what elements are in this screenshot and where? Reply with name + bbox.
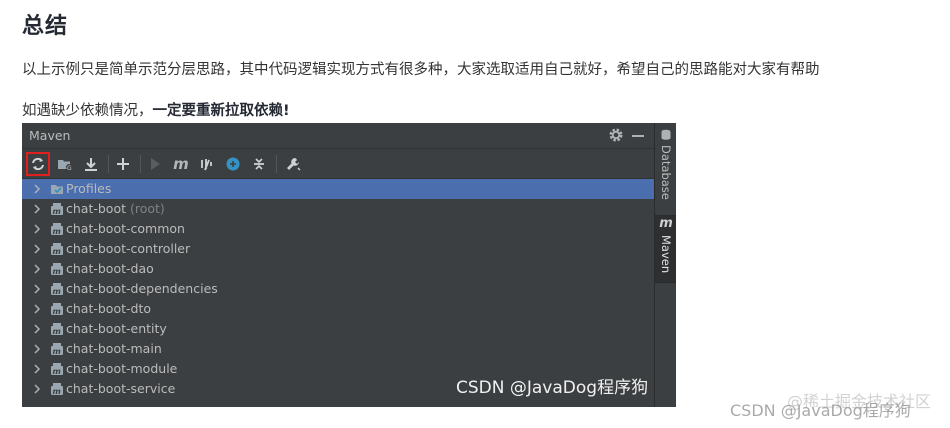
- generate-sources-icon[interactable]: G: [54, 153, 76, 175]
- chevron-right-icon[interactable]: [32, 244, 42, 254]
- maven-module-icon: m: [51, 283, 63, 296]
- tree-item-label: Profiles: [66, 181, 112, 196]
- maven-panel-header: Maven: [22, 123, 654, 149]
- chevron-right-icon[interactable]: [32, 284, 42, 294]
- svg-text:m: m: [53, 327, 61, 336]
- add-maven-project-icon[interactable]: [112, 153, 134, 175]
- chevron-right-icon[interactable]: [32, 384, 42, 394]
- maven-module-icon: m: [51, 303, 63, 316]
- svg-text:G: G: [67, 165, 72, 172]
- tree-item-profiles[interactable]: Profiles: [22, 179, 654, 199]
- tree-item[interactable]: m chat-boot-dao: [22, 259, 654, 279]
- chevron-right-icon[interactable]: [32, 184, 42, 194]
- download-sources-icon[interactable]: [80, 153, 102, 175]
- chevron-right-icon[interactable]: [32, 204, 42, 214]
- svg-text:m: m: [53, 247, 61, 256]
- maven-module-icon: m: [51, 343, 63, 356]
- tree-item-label: chat-boot-controller: [66, 241, 191, 256]
- tree-item-label: chat-boot-dto: [66, 301, 151, 316]
- database-tab-label: Database: [659, 145, 673, 200]
- tree-item[interactable]: m chat-boot-common: [22, 219, 654, 239]
- svg-text:m: m: [53, 267, 61, 276]
- chevron-right-icon[interactable]: [32, 364, 42, 374]
- dependency-note-text: 如遇缺少依赖情况，: [22, 103, 153, 119]
- chevron-right-icon[interactable]: [32, 324, 42, 334]
- tree-item[interactable]: m chat-boot-entity: [22, 319, 654, 339]
- summary-paragraph: 以上示例只是简单示范分层思路，其中代码逻辑实现方式有很多种，大家选取适用自己就好…: [22, 62, 820, 78]
- svg-text:m: m: [53, 387, 61, 396]
- maven-module-icon: m: [51, 203, 63, 216]
- run-maven-build-icon[interactable]: [144, 153, 166, 175]
- tree-item-label: chat-boot (root): [66, 201, 165, 216]
- tree-item-label: chat-boot-dao: [66, 261, 154, 276]
- csdn-watermark-inner: CSDN @JavaDog程序狗: [456, 378, 649, 398]
- tree-item[interactable]: m chat-boot-dependencies: [22, 279, 654, 299]
- csdn-watermark-outer: CSDN @JavaDog程序狗: [730, 401, 911, 420]
- database-icon: [661, 129, 671, 140]
- tree-item[interactable]: m chat-boot-dto: [22, 299, 654, 319]
- chevron-right-icon[interactable]: [32, 264, 42, 274]
- maven-tool-window-screenshot: Maven G m Profiles m chat-boot (root) m …: [22, 123, 676, 407]
- tree-item[interactable]: m chat-boot (root): [22, 199, 654, 219]
- maven-panel-title: Maven: [29, 128, 71, 143]
- tree-item-label: chat-boot-dependencies: [66, 281, 218, 296]
- skip-tests-icon[interactable]: [222, 153, 244, 175]
- svg-text:m: m: [53, 307, 61, 316]
- section-heading: 总结: [22, 14, 69, 39]
- chevron-right-icon[interactable]: [32, 344, 42, 354]
- svg-text:m: m: [53, 207, 61, 216]
- dependency-note-emphasis: 一定要重新拉取依赖!: [152, 103, 290, 119]
- svg-text:m: m: [53, 347, 61, 356]
- gear-icon[interactable]: [608, 127, 624, 143]
- database-tool-tab[interactable]: Database: [655, 129, 676, 217]
- maven-module-icon: m: [51, 363, 63, 376]
- maven-module-icon: m: [51, 323, 63, 336]
- maven-tool-tab[interactable]: m Maven: [655, 215, 676, 283]
- tree-item-label: chat-boot-entity: [66, 321, 167, 336]
- svg-text:m: m: [53, 367, 61, 376]
- tree-item-label: chat-boot-service: [66, 381, 176, 396]
- svg-text:m: m: [53, 227, 61, 236]
- show-dependencies-icon[interactable]: [248, 153, 270, 175]
- minimize-icon[interactable]: [632, 135, 644, 137]
- tree-item-note: (root): [129, 201, 165, 216]
- tree-item-label: chat-boot-main: [66, 341, 162, 356]
- chevron-right-icon[interactable]: [32, 304, 42, 314]
- toggle-offline-mode-icon[interactable]: [196, 153, 218, 175]
- tree-item[interactable]: m chat-boot-controller: [22, 239, 654, 259]
- maven-module-icon: m: [51, 223, 63, 236]
- profiles-folder-icon: [51, 185, 63, 194]
- maven-module-icon: m: [51, 243, 63, 256]
- reload-all-maven-projects-icon[interactable]: [26, 152, 50, 176]
- maven-tab-label: Maven: [659, 235, 673, 274]
- dependency-note-paragraph: 如遇缺少依赖情况，一定要重新拉取依赖!: [22, 99, 290, 120]
- tree-item-label: chat-boot-module: [66, 361, 178, 376]
- maven-m-icon: m: [659, 216, 673, 231]
- maven-toolbar: G m: [22, 149, 654, 179]
- right-tool-strip: Database m Maven: [654, 123, 676, 407]
- svg-text:m: m: [53, 287, 61, 296]
- tree-item[interactable]: m chat-boot-main: [22, 339, 654, 359]
- tree-item-label: chat-boot-common: [66, 221, 185, 236]
- chevron-right-icon[interactable]: [32, 224, 42, 234]
- execute-maven-goal-icon[interactable]: m: [170, 153, 192, 175]
- maven-settings-icon[interactable]: [282, 153, 304, 175]
- maven-module-icon: m: [51, 383, 63, 396]
- maven-module-icon: m: [51, 263, 63, 276]
